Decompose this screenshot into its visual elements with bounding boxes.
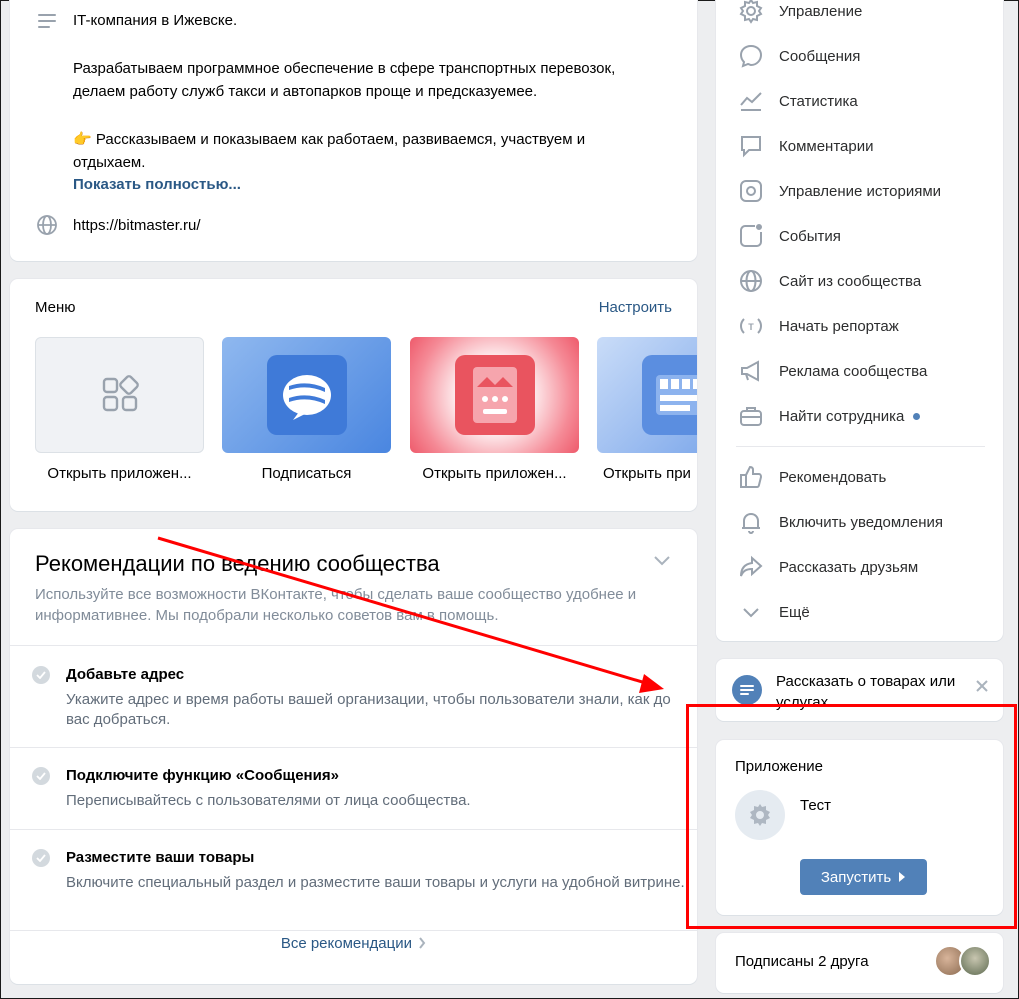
annotation-arrow xyxy=(157,536,664,693)
